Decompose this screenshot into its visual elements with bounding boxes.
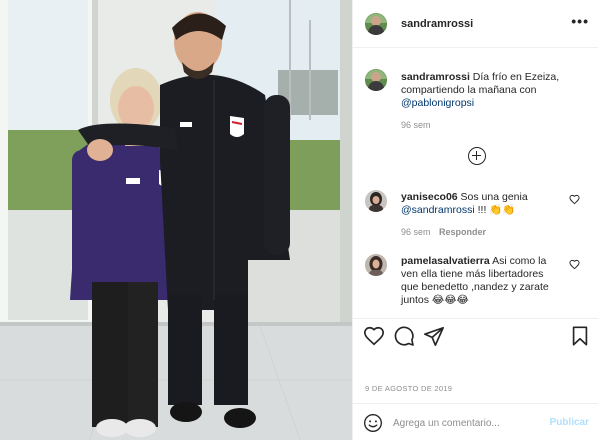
- author-username[interactable]: sandramrossi: [401, 18, 473, 30]
- actions-divider: [353, 318, 598, 319]
- caption-text-1: Día frío en Ezeiza,: [472, 71, 560, 83]
- comment-2-text-1: Asi como la: [492, 255, 547, 267]
- comment-2-line-3: que benedetto ,nandez y zarate: [401, 280, 549, 294]
- comment-1-line-1: yaniseco06 Sos una genia: [401, 190, 528, 204]
- caption-avatar[interactable]: [365, 69, 387, 91]
- comment-2-like-icon[interactable]: [569, 259, 580, 270]
- emoji-smiley-icon[interactable]: [363, 413, 383, 433]
- comment-2-text-3: que benedetto ,nandez y zarate: [401, 281, 549, 293]
- caption-text-2: compartiendo la mañana con: [401, 84, 537, 96]
- add-comment-bar: Publicar: [353, 403, 598, 440]
- caption-time: 96 sem: [401, 120, 431, 130]
- comment-avatar-2[interactable]: [365, 254, 387, 276]
- comment-2-username[interactable]: pamelasalvatierra: [401, 255, 490, 267]
- comment-1-mention[interactable]: @sandramrossi: [401, 204, 475, 216]
- comment-input[interactable]: [393, 414, 543, 432]
- photo-illustration: [0, 0, 352, 440]
- comment-1-line-2: @sandramrossi !!! 👏👏: [401, 203, 515, 217]
- caption-mention[interactable]: @pablonigropsi: [401, 97, 474, 109]
- comment-2-line-4: juntos 😂😂😂: [401, 293, 469, 307]
- comment-1-username[interactable]: yaniseco06: [401, 191, 458, 203]
- like-heart-icon[interactable]: [363, 325, 385, 347]
- comment-1-time: 96 sem: [401, 227, 431, 237]
- comment-1-reply-button[interactable]: Responder: [439, 227, 486, 237]
- comment-bubble-icon[interactable]: [393, 325, 415, 347]
- publish-button[interactable]: Publicar: [550, 417, 589, 428]
- comment-1-text: Sos una genia: [460, 191, 528, 203]
- comment-1-like-icon[interactable]: [569, 194, 580, 205]
- post-photo[interactable]: [0, 0, 352, 440]
- load-more-comments-icon[interactable]: [468, 147, 486, 165]
- post-sidebar: sandramrossi ••• sandramrossi Día frío e…: [352, 0, 598, 440]
- comment-2-line-2: ven ella tiene más libertadores: [401, 267, 543, 281]
- share-paper-plane-icon[interactable]: [423, 325, 445, 347]
- comment-1-suffix: !!! 👏👏: [477, 204, 516, 216]
- post-date: 9 DE AGOSTO DE 2019: [365, 384, 453, 393]
- caption-line-2: compartiendo la mañana con: [401, 83, 536, 97]
- save-bookmark-icon[interactable]: [569, 325, 591, 347]
- comment-avatar-1[interactable]: [365, 190, 387, 212]
- more-options-icon[interactable]: •••: [571, 14, 589, 28]
- caption-line-3: @pablonigropsi: [401, 96, 474, 110]
- caption-username[interactable]: sandramrossi: [401, 71, 470, 83]
- caption-line-1: sandramrossi Día frío en Ezeiza,: [401, 70, 559, 84]
- comment-2-text-4: juntos 😂😂😂: [401, 294, 469, 306]
- comment-2-line-1: pamelasalvatierra Asi como la: [401, 254, 546, 268]
- author-avatar[interactable]: [365, 13, 387, 35]
- post-header: sandramrossi •••: [353, 0, 598, 48]
- comment-2-text-2: ven ella tiene más libertadores: [401, 268, 544, 280]
